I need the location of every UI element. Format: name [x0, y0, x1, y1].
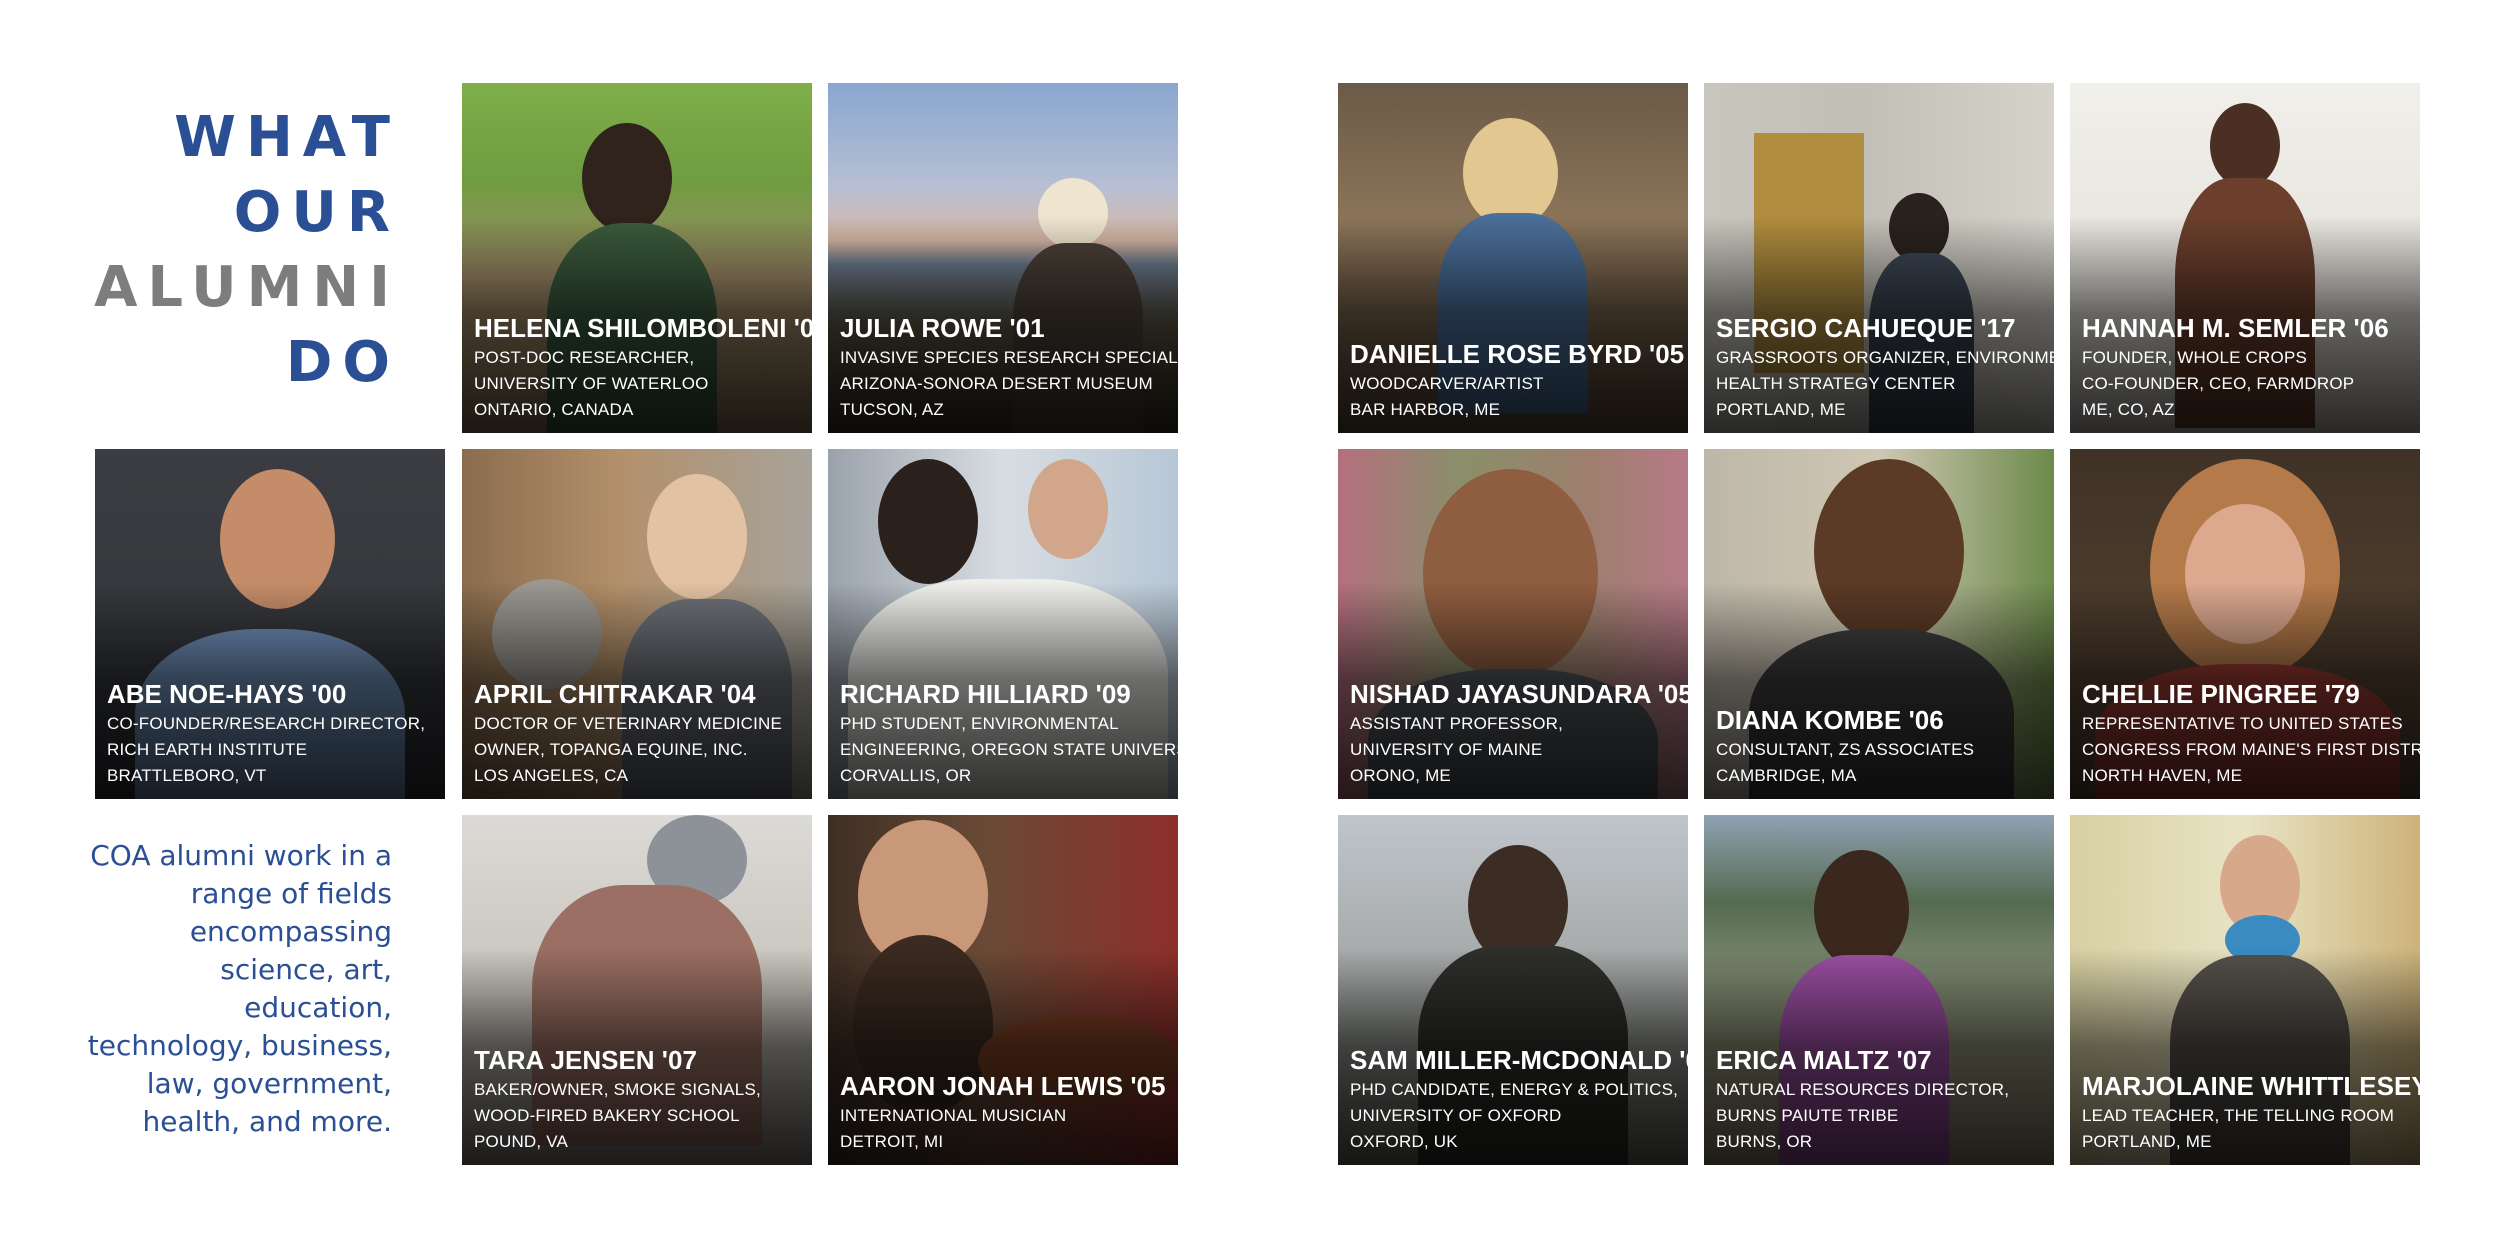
- page-heading: WHAT OUR ALUMNI DO: [80, 100, 400, 400]
- alumni-detail: ONTARIO, CANADA: [474, 400, 634, 419]
- alumni-card: APRIL CHITRAKAR '04 DOCTOR OF VETERINARY…: [462, 449, 812, 799]
- alumni-detail: LOS ANGELES, CA: [474, 766, 629, 785]
- heading-line-what: WHAT: [174, 105, 400, 170]
- alumni-name: RICHARD HILLIARD '09: [840, 679, 1131, 709]
- alumni-name: NISHAD JAYASUNDARA '05: [1350, 679, 1688, 709]
- alumni-detail: PORTLAND, ME: [1716, 400, 1846, 419]
- alumni-detail: CONSULTANT, ZS ASSOCIATES: [1716, 740, 1975, 759]
- alumni-name: JULIA ROWE '01: [840, 313, 1045, 343]
- alumni-caption: CHELLIE PINGREE '79 REPRESENTATIVE TO UN…: [2082, 679, 2420, 789]
- alumni-detail: WOODCARVER/ARTIST: [1350, 374, 1544, 393]
- alumni-detail: REPRESENTATIVE TO UNITED STATES: [2082, 714, 2403, 733]
- alumni-detail: POST-DOC RESEARCHER,: [474, 348, 695, 367]
- alumni-card: ABE NOE-HAYS '00 CO-FOUNDER/RESEARCH DIR…: [95, 449, 445, 799]
- alumni-caption: DIANA KOMBE '06 CONSULTANT, ZS ASSOCIATE…: [1716, 705, 2048, 789]
- alumni-detail: PHD STUDENT, ENVIRONMENTAL: [840, 714, 1119, 733]
- alumni-card: ERICA MALTZ '07 NATURAL RESOURCES DIRECT…: [1704, 815, 2054, 1165]
- alumni-name: APRIL CHITRAKAR '04: [474, 679, 756, 709]
- alumni-card: DANIELLE ROSE BYRD '05 WOODCARVER/ARTIST…: [1338, 83, 1688, 433]
- alumni-detail: UNIVERSITY OF WATERLOO: [474, 374, 709, 393]
- alumni-name: ERICA MALTZ '07: [1716, 1045, 1932, 1075]
- alumni-card: MARJOLAINE WHITTLESEY '05 LEAD TEACHER, …: [2070, 815, 2420, 1165]
- alumni-detail: INVASIVE SPECIES RESEARCH SPECIALIST,: [840, 348, 1178, 367]
- alumni-detail: BRATTLEBORO, VT: [107, 766, 267, 785]
- heading-line-do: DO: [285, 330, 400, 395]
- alumni-detail: PORTLAND, ME: [2082, 1132, 2212, 1151]
- alumni-caption: APRIL CHITRAKAR '04 DOCTOR OF VETERINARY…: [474, 679, 806, 789]
- alumni-card: HELENA SHILOMBOLENI '09 POST-DOC RESEARC…: [462, 83, 812, 433]
- heading-line-our: OUR: [233, 180, 400, 245]
- alumni-detail: BAKER/OWNER, SMOKE SIGNALS,: [474, 1080, 761, 1099]
- alumni-detail: POUND, VA: [474, 1132, 569, 1151]
- alumni-detail: FOUNDER, WHOLE CROPS: [2082, 348, 2308, 367]
- alumni-detail: CONGRESS FROM MAINE'S FIRST DISTRICT: [2082, 740, 2420, 759]
- alumni-name: ABE NOE-HAYS '00: [107, 679, 347, 709]
- alumni-card: SAM MILLER-MCDONALD '09 PHD CANDIDATE, E…: [1338, 815, 1688, 1165]
- alumni-detail: CO-FOUNDER/RESEARCH DIRECTOR,: [107, 714, 426, 733]
- alumni-detail: CAMBRIDGE, MA: [1716, 766, 1857, 785]
- alumni-name: CHELLIE PINGREE '79: [2082, 679, 2360, 709]
- alumni-caption: AARON JONAH LEWIS '05 INTERNATIONAL MUSI…: [840, 1071, 1172, 1155]
- alumni-name: SAM MILLER-MCDONALD '09: [1350, 1045, 1688, 1075]
- alumni-caption: HELENA SHILOMBOLENI '09 POST-DOC RESEARC…: [474, 313, 812, 423]
- alumni-detail: BURNS, OR: [1716, 1132, 1813, 1151]
- alumni-caption: ABE NOE-HAYS '00 CO-FOUNDER/RESEARCH DIR…: [107, 679, 439, 789]
- alumni-detail: CO-FOUNDER, CEO, FARMDROP: [2082, 374, 2355, 393]
- alumni-name: HANNAH M. SEMLER '06: [2082, 313, 2389, 343]
- alumni-caption: MARJOLAINE WHITTLESEY '05 LEAD TEACHER, …: [2082, 1071, 2420, 1155]
- alumni-card: CHELLIE PINGREE '79 REPRESENTATIVE TO UN…: [2070, 449, 2420, 799]
- alumni-caption: HANNAH M. SEMLER '06 FOUNDER, WHOLE CROP…: [2082, 313, 2414, 423]
- alumni-detail: ORONO, ME: [1350, 766, 1451, 785]
- alumni-name: HELENA SHILOMBOLENI '09: [474, 313, 812, 343]
- alumni-caption: SAM MILLER-MCDONALD '09 PHD CANDIDATE, E…: [1350, 1045, 1688, 1155]
- alumni-detail: INTERNATIONAL MUSICIAN: [840, 1106, 1067, 1125]
- alumni-detail: UNIVERSITY OF OXFORD: [1350, 1106, 1562, 1125]
- alumni-detail: RICH EARTH INSTITUTE: [107, 740, 308, 759]
- alumni-detail: NORTH HAVEN, ME: [2082, 766, 2243, 785]
- alumni-detail: GRASSROOTS ORGANIZER, ENVIRONMENTAL: [1716, 348, 2054, 367]
- alumni-detail: ENGINEERING, OREGON STATE UNIVERSITY: [840, 740, 1178, 759]
- alumni-name: DANIELLE ROSE BYRD '05: [1350, 339, 1685, 369]
- alumni-card: DIANA KOMBE '06 CONSULTANT, ZS ASSOCIATE…: [1704, 449, 2054, 799]
- alumni-name: MARJOLAINE WHITTLESEY '05: [2082, 1071, 2420, 1101]
- alumni-detail: LEAD TEACHER, THE TELLING ROOM: [2082, 1106, 2395, 1125]
- alumni-card: RICHARD HILLIARD '09 PHD STUDENT, ENVIRO…: [828, 449, 1178, 799]
- alumni-card: SERGIO CAHUEQUE '17 GRASSROOTS ORGANIZER…: [1704, 83, 2054, 433]
- alumni-card: NISHAD JAYASUNDARA '05 ASSISTANT PROFESS…: [1338, 449, 1688, 799]
- alumni-detail: BURNS PAIUTE TRIBE: [1716, 1106, 1899, 1125]
- alumni-detail: WOOD-FIRED BAKERY SCHOOL: [474, 1106, 740, 1125]
- alumni-detail: PHD CANDIDATE, ENERGY & POLITICS,: [1350, 1080, 1679, 1099]
- alumni-detail: ME, CO, AZ: [2082, 400, 2175, 419]
- alumni-name: DIANA KOMBE '06: [1716, 705, 1944, 735]
- alumni-caption: ERICA MALTZ '07 NATURAL RESOURCES DIRECT…: [1716, 1045, 2048, 1155]
- alumni-name: TARA JENSEN '07: [474, 1045, 697, 1075]
- alumni-detail: OXFORD, UK: [1350, 1132, 1458, 1151]
- alumni-detail: UNIVERSITY OF MAINE: [1350, 740, 1543, 759]
- intro-blurb: COA alumni work in a range of fields enc…: [87, 839, 392, 1138]
- alumni-detail: CORVALLIS, OR: [840, 766, 972, 785]
- alumni-detail: NATURAL RESOURCES DIRECTOR,: [1716, 1080, 2010, 1099]
- alumni-caption: DANIELLE ROSE BYRD '05 WOODCARVER/ARTIST…: [1350, 339, 1685, 423]
- alumni-caption: RICHARD HILLIARD '09 PHD STUDENT, ENVIRO…: [840, 679, 1178, 789]
- alumni-caption: NISHAD JAYASUNDARA '05 ASSISTANT PROFESS…: [1350, 679, 1688, 789]
- alumni-detail: HEALTH STRATEGY CENTER: [1716, 374, 1956, 393]
- alumni-detail: DETROIT, MI: [840, 1132, 944, 1151]
- alumni-detail: ASSISTANT PROFESSOR,: [1350, 714, 1564, 733]
- alumni-detail: OWNER, TOPANGA EQUINE, INC.: [474, 740, 748, 759]
- alumni-name: AARON JONAH LEWIS '05: [840, 1071, 1166, 1101]
- alumni-detail: DOCTOR OF VETERINARY MEDICINE: [474, 714, 783, 733]
- alumni-card: TARA JENSEN '07 BAKER/OWNER, SMOKE SIGNA…: [462, 815, 812, 1165]
- alumni-detail: TUCSON, AZ: [840, 400, 945, 419]
- alumni-detail: BAR HARBOR, ME: [1350, 400, 1501, 419]
- alumni-card: HANNAH M. SEMLER '06 FOUNDER, WHOLE CROP…: [2070, 83, 2420, 433]
- alumni-card: JULIA ROWE '01 INVASIVE SPECIES RESEARCH…: [828, 83, 1178, 433]
- alumni-caption: SERGIO CAHUEQUE '17 GRASSROOTS ORGANIZER…: [1716, 313, 2054, 423]
- alumni-detail: ARIZONA-SONORA DESERT MUSEUM: [840, 374, 1153, 393]
- heading-line-alumni: ALUMNI: [94, 255, 400, 320]
- alumni-card: AARON JONAH LEWIS '05 INTERNATIONAL MUSI…: [828, 815, 1178, 1165]
- alumni-caption: TARA JENSEN '07 BAKER/OWNER, SMOKE SIGNA…: [474, 1045, 806, 1155]
- alumni-caption: JULIA ROWE '01 INVASIVE SPECIES RESEARCH…: [840, 313, 1178, 423]
- alumni-name: SERGIO CAHUEQUE '17: [1716, 313, 2016, 343]
